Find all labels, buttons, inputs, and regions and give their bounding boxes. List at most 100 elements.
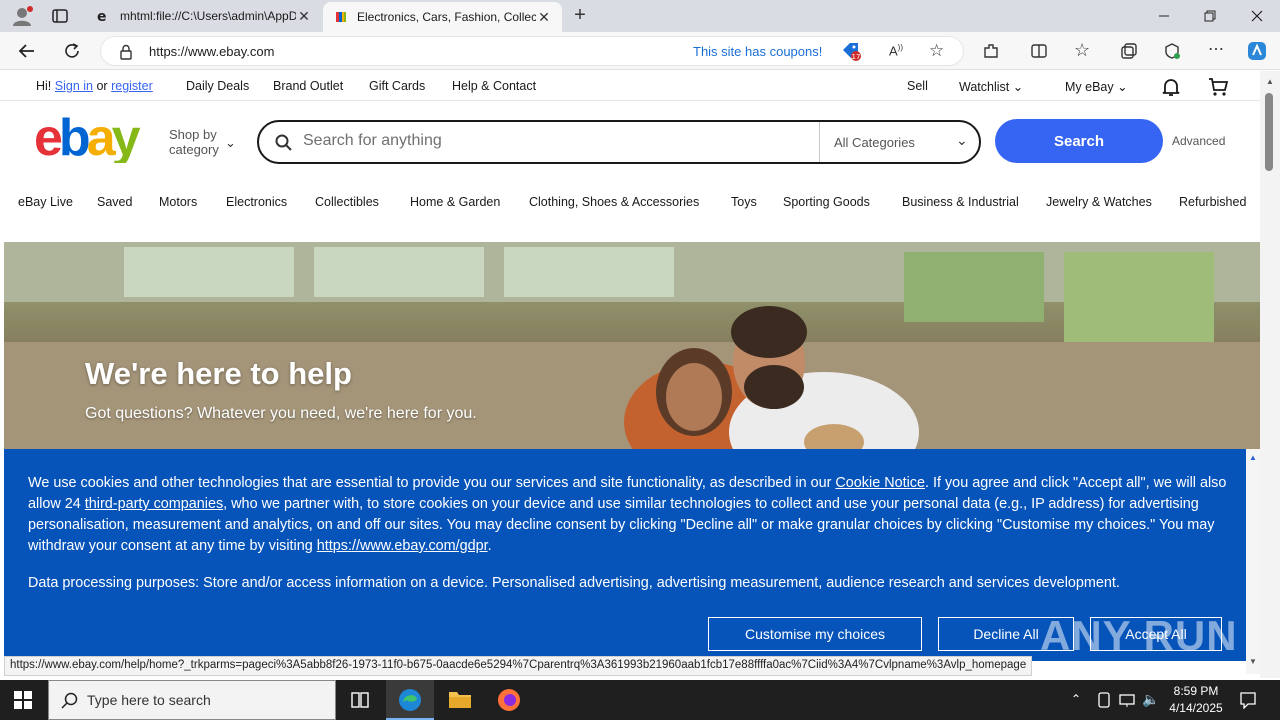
- category-link[interactable]: Electronics: [226, 195, 287, 209]
- refresh-icon[interactable]: [63, 42, 81, 60]
- minimize-icon[interactable]: [1156, 8, 1172, 24]
- close-tab-icon[interactable]: ✕: [296, 8, 312, 24]
- cookie-text-part: .: [487, 538, 492, 554]
- category-link[interactable]: Clothing, Shoes & Accessories: [529, 195, 699, 209]
- advanced-search-link[interactable]: Advanced: [1172, 134, 1225, 148]
- restore-icon[interactable]: [1202, 8, 1218, 24]
- taskbar-search-box[interactable]: Type here to search: [48, 680, 336, 720]
- sign-in-link[interactable]: Sign in: [55, 79, 93, 93]
- sell-link[interactable]: Sell: [907, 79, 928, 93]
- favorite-star-icon[interactable]: ☆: [929, 42, 947, 60]
- copilot-icon[interactable]: [1246, 40, 1268, 62]
- scroll-up-icon[interactable]: ▲: [1266, 77, 1274, 86]
- new-tab-icon[interactable]: +: [570, 5, 590, 26]
- category-link[interactable]: eBay Live: [18, 195, 73, 209]
- taskbar-clock[interactable]: 8:59 PM 4/14/2025: [1168, 683, 1224, 717]
- watchlist-label: Watchlist: [959, 80, 1010, 94]
- task-view-icon[interactable]: [350, 691, 370, 709]
- tab-title: mhtml:file://C:\Users\admin\AppData: [120, 9, 296, 23]
- third-party-link[interactable]: third-party companies: [85, 496, 223, 512]
- category-link[interactable]: Saved: [97, 195, 132, 209]
- chevron-up-icon[interactable]: ⌃: [1071, 692, 1081, 706]
- tab-title: Electronics, Cars, Fashion, Collectibles…: [357, 10, 536, 24]
- device-icon[interactable]: [1096, 692, 1112, 708]
- network-icon[interactable]: [1118, 692, 1136, 708]
- hero-title: We're here to help: [85, 356, 352, 391]
- notifications-icon[interactable]: [1239, 691, 1257, 709]
- address-bar[interactable]: https://www.ebay.com This site has coupo…: [100, 36, 964, 66]
- file-explorer-icon[interactable]: [448, 688, 472, 710]
- coupons-notice[interactable]: This site has coupons!: [693, 44, 822, 59]
- category-link[interactable]: Jewelry & Watches: [1046, 195, 1152, 209]
- banner-scrollbar[interactable]: ▲ ▼: [1246, 449, 1260, 674]
- category-link[interactable]: Toys: [731, 195, 757, 209]
- tab-actions-icon[interactable]: [52, 8, 68, 24]
- customise-choices-button[interactable]: Customise my choices: [708, 617, 922, 651]
- category-link[interactable]: Collectibles: [315, 195, 379, 209]
- my-ebay-label: My eBay: [1065, 80, 1114, 94]
- search-icon: [275, 134, 293, 152]
- data-processing-text: Data processing purposes: Store and/or a…: [28, 575, 1120, 591]
- url-text[interactable]: https://www.ebay.com: [149, 44, 274, 59]
- extensions-icon[interactable]: [982, 42, 1000, 60]
- back-icon[interactable]: [18, 42, 36, 60]
- category-link[interactable]: Home & Garden: [410, 195, 500, 209]
- tab-ebay[interactable]: Electronics, Cars, Fashion, Collectibles…: [323, 2, 562, 32]
- windows-start-icon[interactable]: [14, 691, 32, 709]
- favorites-icon[interactable]: ☆: [1074, 40, 1094, 60]
- split-screen-icon[interactable]: [1030, 42, 1048, 60]
- register-link[interactable]: register: [111, 79, 153, 93]
- hero-subtitle: Got questions? Whatever you need, we're …: [85, 405, 477, 422]
- lock-icon[interactable]: [119, 44, 133, 60]
- help-contact-link[interactable]: Help & Contact: [452, 79, 536, 93]
- coupon-tag-icon[interactable]: 17: [841, 42, 863, 62]
- close-window-icon[interactable]: [1249, 8, 1265, 24]
- cookie-text: We use cookies and other technologies th…: [28, 473, 1228, 557]
- taskbar-search-placeholder: Type here to search: [87, 692, 211, 708]
- category-link[interactable]: Motors: [159, 195, 197, 209]
- gdpr-link[interactable]: https://www.ebay.com/gdpr: [317, 538, 488, 554]
- ebay-header: ebay Shop by category ⌄ All Categories ⌄…: [0, 101, 1260, 185]
- profile-icon[interactable]: [10, 5, 34, 27]
- cookie-notice-link[interactable]: Cookie Notice: [835, 475, 925, 491]
- search-button[interactable]: Search: [995, 119, 1163, 163]
- clock-time: 8:59 PM: [1173, 684, 1219, 698]
- notification-bell-icon[interactable]: [1161, 77, 1181, 97]
- tab-mhtml[interactable]: e mhtml:file://C:\Users\admin\AppData ✕: [86, 0, 322, 32]
- my-ebay-menu[interactable]: My eBay ⌄: [1065, 79, 1128, 94]
- windows-taskbar: Type here to search ⌃ 🔈 8:59 PM 4/14/202…: [0, 680, 1280, 720]
- brand-outlet-link[interactable]: Brand Outlet: [273, 79, 343, 93]
- ebay-logo[interactable]: ebay: [34, 113, 156, 163]
- watchlist-menu[interactable]: Watchlist ⌄: [959, 79, 1023, 94]
- scroll-down-icon[interactable]: ▼: [1249, 657, 1257, 666]
- page-scrollbar[interactable]: ▲: [1260, 71, 1280, 678]
- more-options-icon[interactable]: ⋯: [1206, 40, 1226, 60]
- scroll-up-icon[interactable]: ▲: [1249, 453, 1257, 462]
- greeting: Hi! Sign in or register: [36, 79, 153, 93]
- category-select-value: All Categories: [834, 135, 915, 150]
- edge-taskbar-icon[interactable]: [386, 680, 434, 720]
- status-bar-url: https://www.ebay.com/help/home?_trkparms…: [4, 656, 1033, 676]
- shop-by-category-button[interactable]: Shop by category: [169, 127, 219, 157]
- category-link[interactable]: Refurbished: [1179, 195, 1246, 209]
- browser-toolbar: https://www.ebay.com This site has coupo…: [0, 32, 1280, 70]
- search-input[interactable]: [303, 132, 803, 150]
- collections-icon[interactable]: [1120, 42, 1138, 60]
- daily-deals-link[interactable]: Daily Deals: [186, 79, 249, 93]
- category-select[interactable]: All Categories ⌄: [819, 122, 981, 162]
- firefox-icon[interactable]: [497, 688, 521, 712]
- cart-icon[interactable]: [1208, 77, 1230, 97]
- search-icon: [61, 692, 79, 710]
- category-link[interactable]: Sporting Goods: [783, 195, 870, 209]
- gift-cards-link[interactable]: Gift Cards: [369, 79, 425, 93]
- category-link[interactable]: Business & Industrial: [902, 195, 1019, 209]
- scrollbar-thumb[interactable]: [1265, 93, 1273, 171]
- close-tab-icon[interactable]: ✕: [536, 9, 552, 25]
- hero-banner[interactable]: We're here to help Got questions? Whatev…: [4, 242, 1260, 452]
- svg-text:17: 17: [852, 53, 861, 61]
- edge-page-icon: e: [96, 8, 112, 24]
- read-aloud-icon[interactable]: A)): [889, 43, 907, 61]
- browser-essentials-icon[interactable]: [1163, 42, 1181, 60]
- volume-icon[interactable]: 🔈: [1142, 691, 1159, 708]
- anyrun-watermark: ANY RUN: [1040, 612, 1238, 659]
